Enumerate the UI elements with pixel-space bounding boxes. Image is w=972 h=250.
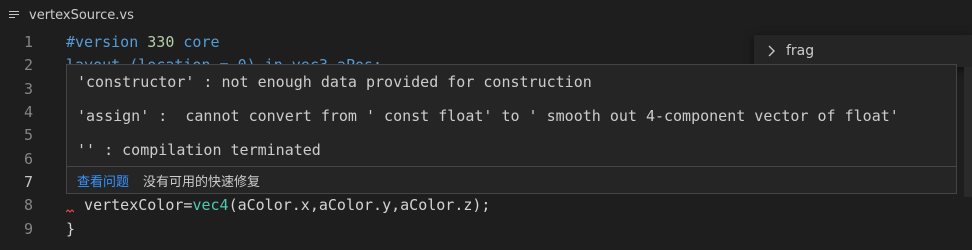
line-number: 1 — [23, 32, 33, 51]
file-lines-icon — [9, 10, 21, 20]
find-input[interactable]: frag — [786, 39, 972, 63]
line-code: #version 330 core — [66, 32, 220, 51]
line-number: 3 — [23, 79, 33, 98]
vertical-scrollbar[interactable] — [964, 67, 972, 197]
code-line: 8 vertexColor=vec4(aColor.x,aColor.y,aCo… — [0, 193, 972, 216]
error-message: '' : compilation terminated — [77, 141, 321, 159]
line-number: 9 — [23, 219, 33, 238]
error-hover-widget: 'constructor' : not enough data provided… — [66, 64, 957, 194]
error-message: 'constructor' : not enough data provided… — [77, 73, 592, 91]
view-problem-link[interactable]: 查看问题 — [77, 171, 129, 190]
line-number: 7 — [23, 172, 33, 191]
find-query: frag — [786, 43, 815, 59]
breadcrumb-filename[interactable]: vertexSource.vs — [29, 8, 134, 23]
error-squiggle-icon — [66, 209, 74, 213]
line-number: 2 — [23, 55, 33, 74]
find-widget[interactable]: frag — [754, 35, 972, 67]
line-number: 5 — [23, 125, 33, 144]
breadcrumb: vertexSource.vs — [0, 0, 972, 30]
line-code: } — [66, 219, 76, 238]
line-number: 6 — [23, 149, 33, 168]
hover-status-bar: 查看问题 没有可用的快速修复 — [67, 167, 956, 194]
error-message: 'assign' : cannot convert from ' const f… — [77, 107, 899, 125]
line-number: 4 — [23, 102, 33, 121]
chevron-right-icon[interactable] — [764, 44, 778, 58]
line-number: 8 — [23, 195, 33, 214]
line-code: vertexColor=vec4(aColor.x,aColor.y,aColo… — [66, 195, 491, 214]
no-quick-fix-label: 没有可用的快速修复 — [143, 175, 261, 190]
code-line: 9 } — [0, 217, 972, 240]
